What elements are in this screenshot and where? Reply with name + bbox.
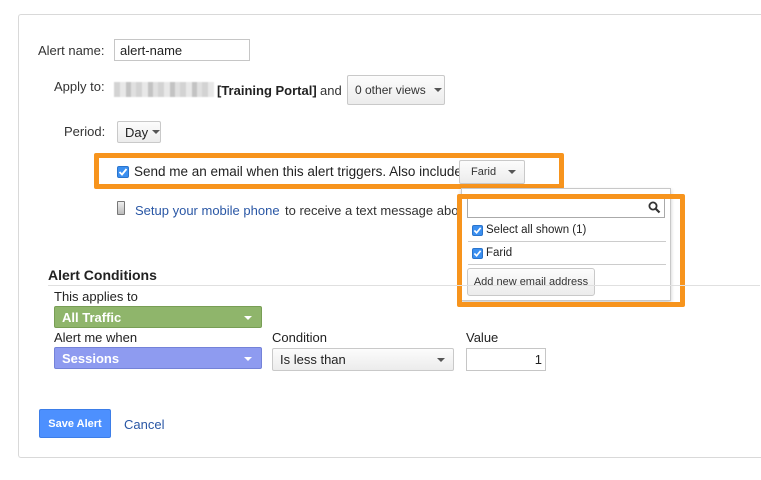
period-label: Period:	[64, 124, 106, 139]
phone-icon	[117, 201, 125, 215]
and-text: and	[320, 83, 342, 98]
chevron-down-icon	[437, 358, 445, 362]
alert-name-input[interactable]	[114, 39, 250, 61]
period-select[interactable]: Day	[117, 121, 161, 143]
applies-to-label: This applies to	[54, 289, 138, 304]
alert-conditions-heading: Alert Conditions	[48, 267, 157, 283]
metric-select[interactable]: Sessions	[54, 347, 262, 369]
email-recipients-value: Farid	[471, 166, 497, 178]
condition-select[interactable]: Is less than	[272, 348, 454, 371]
other-views-label: 0 other views	[355, 83, 426, 97]
check-icon	[118, 168, 128, 176]
email-recipients-button[interactable]: Farid	[459, 160, 525, 184]
chevron-down-icon	[244, 357, 252, 361]
property-name: [Training Portal]	[217, 83, 317, 98]
chevron-down-icon	[152, 130, 161, 134]
metric-value: Sessions	[62, 350, 120, 366]
alert-when-label: Alert me when	[54, 330, 138, 345]
dropdown-highlight-box	[457, 194, 685, 307]
chevron-down-icon	[508, 170, 517, 174]
section-divider	[48, 285, 760, 286]
other-views-button[interactable]: 0 other views	[347, 75, 445, 105]
email-checkbox[interactable]	[117, 166, 129, 178]
mobile-text: to receive a text message abo	[285, 203, 459, 218]
redacted-account-name	[114, 82, 214, 97]
condition-value: Is less than	[280, 352, 346, 367]
segment-select[interactable]: All Traffic	[54, 306, 262, 328]
cancel-link[interactable]: Cancel	[124, 417, 164, 432]
condition-label: Condition	[272, 330, 327, 345]
alert-name-label: Alert name:	[38, 43, 105, 58]
setup-mobile-link[interactable]: Setup your mobile phone	[135, 203, 280, 218]
apply-to-label: Apply to:	[54, 79, 105, 94]
save-alert-button[interactable]: Save Alert	[39, 409, 111, 438]
period-value: Day	[125, 124, 149, 140]
value-label: Value	[466, 330, 499, 345]
segment-value: All Traffic	[62, 309, 122, 325]
chevron-down-icon	[433, 88, 442, 92]
chevron-down-icon	[244, 316, 252, 320]
email-option-label: Send me an email when this alert trigger…	[134, 164, 462, 179]
value-input[interactable]	[466, 348, 546, 371]
